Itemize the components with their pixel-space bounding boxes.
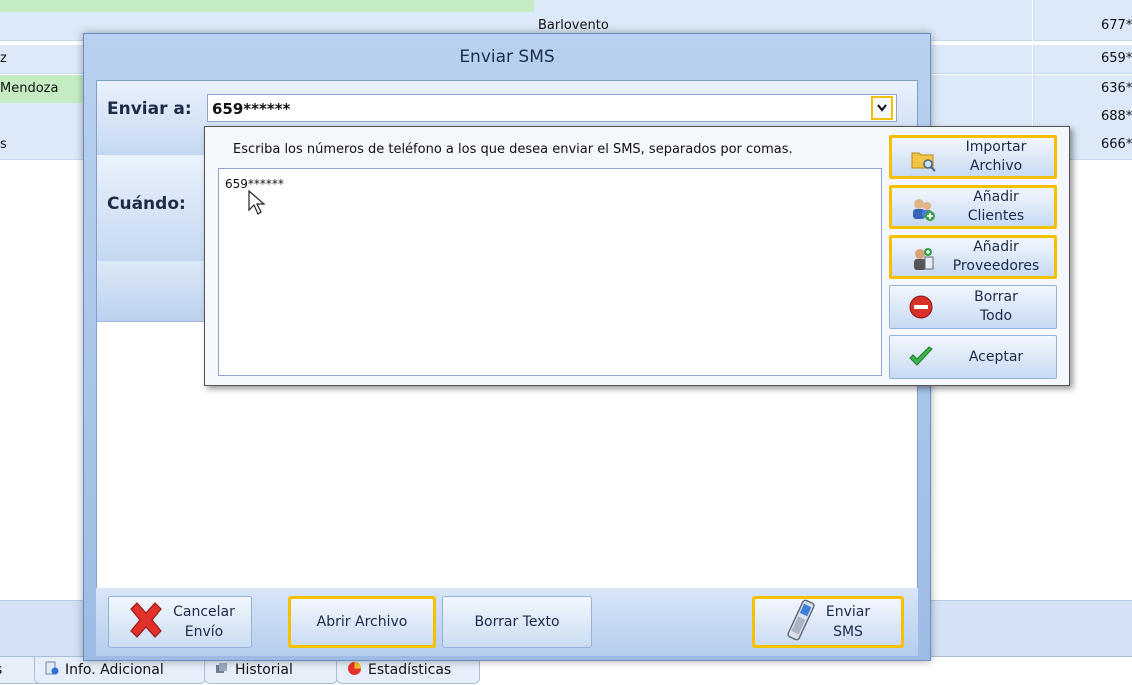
row-phone: 636*: [1101, 81, 1132, 96]
tab-label: Estadísticas: [368, 662, 452, 678]
open-file-button[interactable]: Abrir Archivo: [288, 596, 436, 648]
row-name: z: [0, 51, 7, 66]
add-clients-button[interactable]: Añadir Clientes: [889, 185, 1057, 229]
add-clients-label-2: Clientes: [967, 208, 1025, 224]
mobile-phone-icon: [786, 598, 816, 646]
open-file-label: Abrir Archivo: [316, 614, 408, 630]
import-label-1: Importar: [965, 139, 1027, 155]
phone-numbers-value: 659******: [225, 177, 284, 191]
folder-search-icon: [910, 146, 936, 172]
row-name: s: [0, 137, 7, 152]
popup-hint: Escriba los números de teléfono a los qu…: [233, 142, 793, 157]
delete-all-button[interactable]: Borrar Todo: [889, 285, 1057, 329]
send-label-2: SMS: [833, 624, 863, 640]
to-label: Enviar a:: [107, 99, 192, 119]
check-icon: [908, 344, 934, 370]
row-phone: 677*: [1101, 18, 1132, 33]
row-phone: 659*: [1101, 51, 1132, 66]
add-clients-icon: [910, 196, 936, 222]
recipients-popup: Escriba los números de teléfono a los qu…: [204, 126, 1070, 386]
accept-label: Aceptar: [968, 348, 1024, 365]
list-row[interactable]: [0, 0, 1132, 13]
row-phone: 688*: [1101, 109, 1132, 124]
row-location: Barlovento: [538, 18, 609, 33]
dialog-title: Enviar SMS: [459, 47, 555, 67]
delete-all-icon: [908, 294, 934, 320]
tab-estadisticas[interactable]: Estadísticas: [336, 657, 480, 684]
info-icon: [45, 661, 59, 679]
add-suppliers-button[interactable]: Añadir Proveedores: [889, 235, 1057, 279]
to-value: 659******: [212, 100, 291, 118]
import-file-button[interactable]: Importar Archivo: [889, 135, 1057, 179]
to-dropdown-button[interactable]: [871, 96, 893, 120]
tab-label: s: [0, 662, 2, 678]
tab-info-adicional[interactable]: Info. Adicional: [34, 657, 206, 684]
dialog-footer: Cancelar Envío Abrir Archivo Borrar Text…: [96, 588, 918, 656]
cancel-label-2: Envío: [184, 624, 224, 640]
row-phone: 666*: [1101, 137, 1132, 152]
cancel-label-1: Cancelar: [173, 604, 235, 620]
delete-all-label-1: Borrar: [974, 289, 1018, 305]
cancel-x-icon: [125, 599, 167, 645]
add-suppliers-label-1: Añadir: [973, 239, 1019, 255]
import-label-2: Archivo: [969, 158, 1023, 174]
history-icon: [215, 661, 229, 679]
tab-label: Info. Adicional: [65, 662, 164, 678]
clear-text-label: Borrar Texto: [474, 614, 560, 630]
row-name: Mendoza: [0, 81, 59, 96]
when-label: Cuándo:: [107, 194, 186, 214]
send-label-1: Enviar: [825, 604, 871, 620]
chevron-down-icon: [877, 102, 887, 115]
tab-label: Historial: [235, 662, 293, 678]
send-sms-button[interactable]: Enviar SMS: [752, 596, 904, 648]
accept-button[interactable]: Aceptar: [889, 335, 1057, 379]
stats-icon: [347, 661, 362, 680]
phone-numbers-textarea[interactable]: 659******: [218, 168, 882, 376]
to-field[interactable]: 659******: [207, 94, 897, 122]
delete-all-label-2: Todo: [979, 308, 1013, 324]
clear-text-button[interactable]: Borrar Texto: [442, 596, 592, 648]
add-suppliers-icon: [910, 246, 936, 272]
add-suppliers-label-2: Proveedores: [952, 258, 1040, 274]
cancel-send-button[interactable]: Cancelar Envío: [108, 596, 252, 648]
mouse-cursor-icon: [248, 189, 266, 220]
add-clients-label-1: Añadir: [973, 189, 1019, 205]
tab-historial[interactable]: Historial: [204, 657, 338, 684]
